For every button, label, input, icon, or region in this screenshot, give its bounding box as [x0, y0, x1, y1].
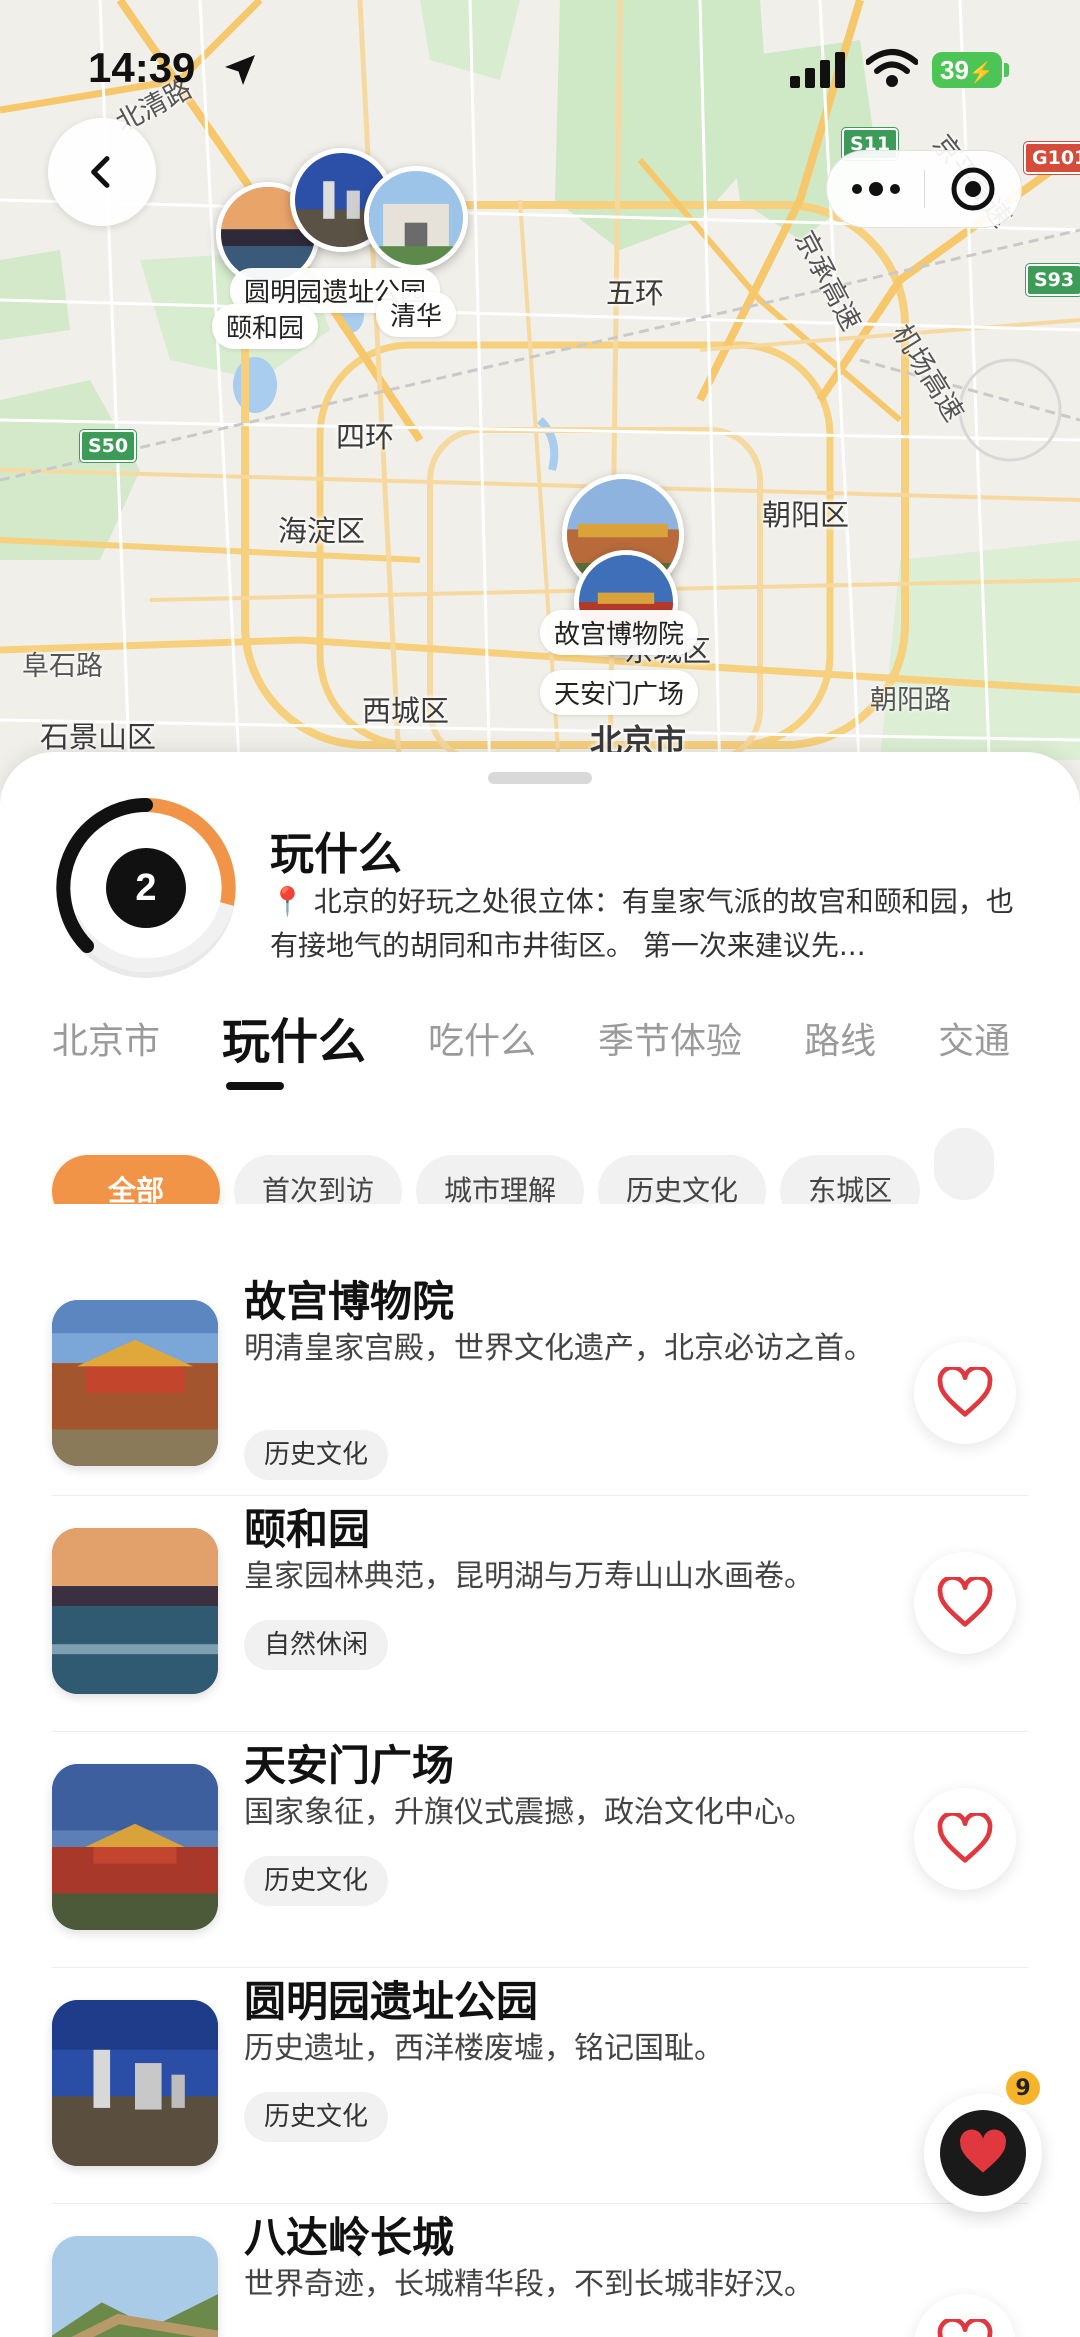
thumbnail-badaling — [52, 2236, 218, 2337]
back-button[interactable] — [48, 118, 156, 226]
item-name: 八达岭长城 — [244, 2213, 455, 2262]
list-item[interactable]: 圆明园遗址公园 历史遗址，西洋楼废墟，铭记国耻。 历史文化 — [52, 1968, 1028, 2204]
more-button[interactable] — [827, 182, 924, 196]
map-label-5th-ring: 五环 — [606, 276, 665, 310]
favorite-button[interactable] — [914, 1552, 1016, 1654]
map-pin-label: 天安门广场 — [540, 670, 699, 715]
highway-shield: G101 — [1024, 142, 1080, 174]
chip-first-visit[interactable]: 首次到访 — [234, 1155, 403, 1204]
map-pin-label: 颐和园 — [212, 304, 319, 349]
heart-outline-icon — [937, 1577, 993, 1627]
thumbnail-yuanmingyuan — [52, 2000, 218, 2166]
tab-season[interactable]: 季节体验 — [598, 1002, 742, 1082]
item-description: 国家象征，升旗仪式震撼，政治文化中心。 — [244, 1795, 814, 1830]
signal-icon — [790, 52, 845, 88]
filter-chips: 全部 首次到访 城市理解 历史文化 东城区 — [52, 1128, 1028, 1204]
map-pin-label: 清华 — [376, 292, 457, 337]
thumbnail-tiananmen — [52, 1764, 218, 1930]
attraction-list: 故宫博物院 明清皇家宫殿，世界文化遗产，北京必访之首。 历史文化 颐和园 皇家园… — [52, 1244, 1028, 2337]
list-item[interactable]: 故宫博物院 明清皇家宫殿，世界文化遗产，北京必访之首。 历史文化 — [52, 1244, 1028, 1496]
progress-count: 2 — [135, 866, 157, 909]
wifi-icon — [866, 49, 918, 87]
item-tag: 历史文化 — [244, 1430, 389, 1480]
tab-eat[interactable]: 吃什么 — [428, 1002, 536, 1082]
chip-all[interactable]: 全部 — [52, 1155, 221, 1204]
category-tabs: 北京市 玩什么 吃什么 季节体验 路线 交通 — [52, 1002, 1028, 1092]
map-label-xicheng: 西城区 — [362, 694, 450, 728]
heart-outline-icon — [937, 1367, 993, 1417]
highway-shield: S50 — [80, 430, 137, 462]
chevron-left-icon — [91, 156, 110, 188]
favorite-button[interactable] — [914, 2294, 1016, 2337]
tab-route[interactable]: 路线 — [804, 1002, 876, 1082]
battery-level: 39 — [940, 55, 969, 85]
item-description: 皇家园林典范，昆明湖与万寿山山水画卷。 — [244, 1559, 814, 1594]
road-label-fushi: 阜石路 — [22, 651, 103, 682]
list-item[interactable]: 天安门广场 国家象征，升旗仪式震撼，政治文化中心。 历史文化 — [52, 1732, 1028, 1968]
favorites-count-badge: 9 — [1003, 2068, 1043, 2108]
close-miniapp-button[interactable] — [925, 166, 1021, 212]
item-tag: 历史文化 — [244, 1856, 389, 1906]
thumbnail-gugong — [52, 1300, 218, 1466]
map-label-4th-ring: 四环 — [336, 420, 395, 454]
map-pin-label: 故宫博物院 — [540, 610, 699, 655]
map-label-haidian: 海淀区 — [278, 514, 366, 548]
bottom-sheet: 2 玩什么 📍 北京的好玩之处很立体：有皇家气派的故宫和颐和园，也有接地气的胡同… — [0, 752, 1080, 2337]
map-label-chaoyang: 朝阳区 — [762, 498, 850, 532]
item-tag: 自然休闲 — [244, 1620, 389, 1670]
item-description: 历史遗址，西洋楼废墟，铭记国耻。 — [244, 2031, 724, 2066]
item-name: 颐和园 — [244, 1505, 371, 1554]
item-description: 世界奇迹，长城精华段，不到长城非好汉。 — [244, 2267, 814, 2302]
tab-play[interactable]: 玩什么 — [222, 1002, 366, 1090]
dot — [889, 184, 900, 194]
chip-city-understanding[interactable]: 城市理解 — [416, 1155, 585, 1204]
item-tag: 历史文化 — [244, 2092, 389, 2142]
chip-dongcheng[interactable]: 东城区 — [780, 1155, 921, 1204]
list-item[interactable]: 八达岭长城 世界奇迹，长城精华段，不到长城非好汉。 — [52, 2204, 1028, 2337]
sheet-drag-handle[interactable] — [488, 772, 592, 784]
item-name: 天安门广场 — [244, 1741, 455, 1790]
status-time: 14:39 — [88, 44, 196, 91]
heart-outline-icon — [937, 2319, 993, 2337]
tab-beijing[interactable]: 北京市 — [52, 1002, 160, 1082]
item-name: 圆明园遗址公园 — [244, 1977, 539, 2026]
miniapp-capsule — [826, 150, 1022, 228]
favorites-fab[interactable] — [924, 2094, 1042, 2212]
thumbnail-yiheyuan — [52, 1528, 218, 1694]
item-name: 故宫博物院 — [244, 1277, 455, 1326]
target-icon — [951, 167, 995, 211]
favorite-button[interactable] — [914, 1342, 1016, 1444]
map-view[interactable]: 五环 四环 海淀区 朝阳区 西城区 东城区 北京市 石景山区 北清路 阜石路 朝… — [0, 0, 1080, 790]
chip-more[interactable] — [934, 1128, 995, 1200]
battery-tip — [1004, 63, 1009, 77]
favorite-button[interactable] — [914, 1788, 1016, 1890]
dot — [851, 184, 862, 194]
section-description[interactable]: 📍 北京的好玩之处很立体：有皇家气派的故宫和颐和园，也有接地气的胡同和市井街区。… — [270, 880, 1022, 968]
location-arrow-icon — [225, 55, 255, 85]
map-label-shijingshan: 石景山区 — [40, 720, 157, 754]
section-title: 玩什么 — [270, 829, 402, 880]
highway-shield: S93 — [1026, 264, 1080, 296]
dot — [868, 182, 883, 196]
map-pin-tsinghua[interactable] — [364, 166, 468, 270]
heart-outline-icon — [937, 1813, 993, 1863]
favorites-fab-inner — [940, 2110, 1026, 2196]
heart-filled-icon — [960, 2129, 1006, 2173]
tab-transport[interactable]: 交通 — [938, 1002, 1010, 1082]
battery-indicator: 39⚡ — [932, 52, 1002, 88]
chip-history-culture[interactable]: 历史文化 — [598, 1155, 767, 1204]
item-description: 明清皇家宫殿，世界文化遗产，北京必访之首。 — [244, 1331, 874, 1366]
list-item[interactable]: 颐和园 皇家园林典范，昆明湖与万寿山山水画卷。 自然休闲 — [52, 1496, 1028, 1732]
road-label-chaoyang-rd: 朝阳路 — [870, 685, 951, 716]
